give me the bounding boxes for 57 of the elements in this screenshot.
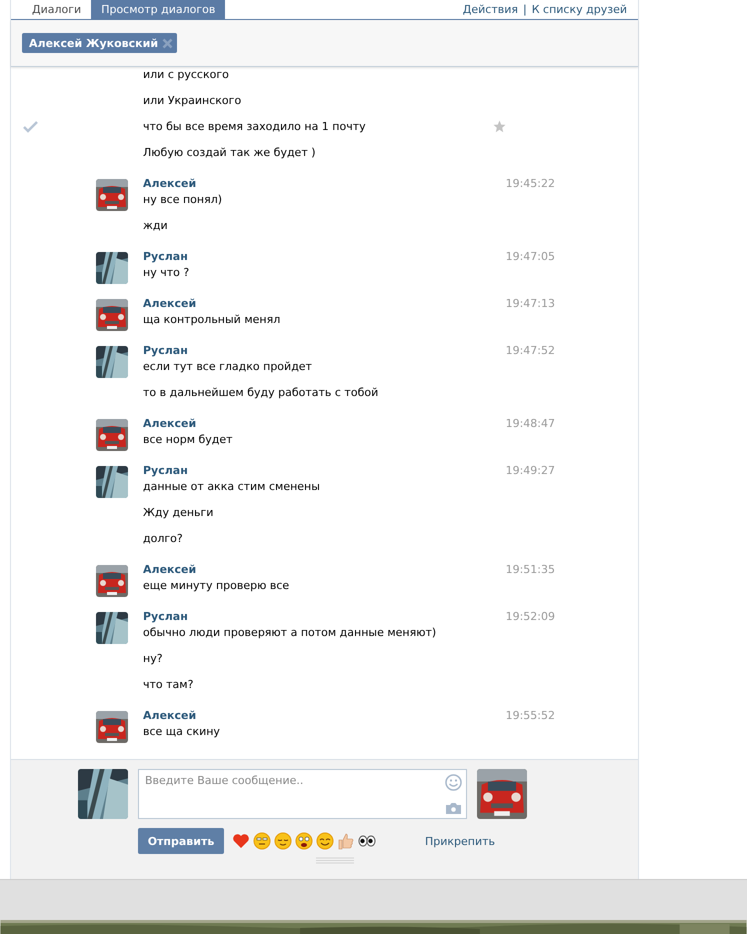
author-name[interactable]: Алексей	[143, 709, 196, 722]
author-name[interactable]: Руслан	[143, 610, 188, 623]
message-text: все ща скину	[143, 724, 220, 740]
message-text: если тут все гладко пройдет	[143, 359, 312, 375]
smiley-icon[interactable]	[295, 832, 313, 850]
author-name[interactable]: Алексей	[143, 297, 196, 310]
message-text: то в дальнейшем буду работать с тобой	[143, 385, 378, 401]
message-time: 19:47:13	[506, 297, 555, 310]
message-text: или Украинского	[143, 93, 242, 109]
author-name[interactable]: Алексей	[143, 563, 196, 576]
heart-icon[interactable]	[232, 832, 250, 850]
star-icon[interactable]	[493, 120, 506, 133]
thumbs-up-icon[interactable]	[337, 832, 355, 850]
actions-link[interactable]: Действия	[462, 3, 518, 16]
friends-list-link[interactable]: К списку друзей	[532, 3, 627, 16]
tab[interactable]: Просмотр диалогов	[91, 0, 226, 19]
author-name[interactable]: Алексей	[143, 417, 196, 430]
message-text: еще минуту проверю все	[143, 578, 290, 594]
author-name[interactable]: Руслан	[143, 344, 188, 357]
author-name[interactable]: Алексей	[143, 177, 196, 190]
author-name[interactable]: Руслан	[143, 250, 188, 263]
attach-link[interactable]: Прикрепить	[424, 834, 495, 848]
smiley-icon[interactable]	[316, 832, 334, 850]
send-button[interactable]: Отправить	[138, 828, 224, 854]
message-time: 19:52:09	[506, 610, 555, 623]
message-text: обычно люди проверяют а потом данные меняют)	[143, 625, 436, 641]
message-text: что бы все время заходило на 1 почту	[143, 119, 366, 135]
message-time: 19:55:52	[506, 709, 555, 722]
message-time: 19:45:22	[506, 177, 555, 190]
message-time: 19:48:47	[506, 417, 555, 430]
close-icon[interactable]	[162, 38, 174, 48]
message-text: что там?	[143, 677, 194, 693]
link-separator: |	[523, 3, 527, 16]
resize-handle[interactable]	[316, 857, 354, 864]
message-text: ну все понял)	[143, 192, 222, 208]
message-text: жди	[143, 218, 168, 234]
smiley-icon[interactable]	[253, 832, 271, 850]
message-text: Любую создай так же будет )	[143, 145, 316, 161]
recipient-chip[interactable]: Алексей Жуковский	[22, 33, 178, 53]
message-text: ну что ?	[143, 265, 190, 281]
camera-icon[interactable]	[445, 802, 462, 816]
smiley-icon[interactable]	[274, 832, 292, 850]
author-name[interactable]: Руслан	[143, 464, 188, 477]
message-time: 19:47:52	[506, 344, 555, 357]
check-icon[interactable]	[23, 121, 38, 133]
message-text: данные от акка стим сменены	[143, 479, 320, 495]
message-text: ща контрольный менял	[143, 312, 280, 328]
tab[interactable]: Диалоги	[22, 0, 92, 19]
message-text: долго?	[143, 531, 183, 547]
message-text: Жду деньги	[143, 505, 214, 521]
message-time: 19:47:05	[506, 250, 555, 263]
message-text: ну?	[143, 651, 163, 667]
message-time: 19:49:27	[506, 464, 555, 477]
message-text: все норм будет	[143, 432, 233, 448]
message-field[interactable]: Введите Ваше сообщение..	[138, 769, 467, 820]
message-time: 19:51:35	[506, 563, 555, 576]
message-text: или с русского	[143, 67, 229, 83]
